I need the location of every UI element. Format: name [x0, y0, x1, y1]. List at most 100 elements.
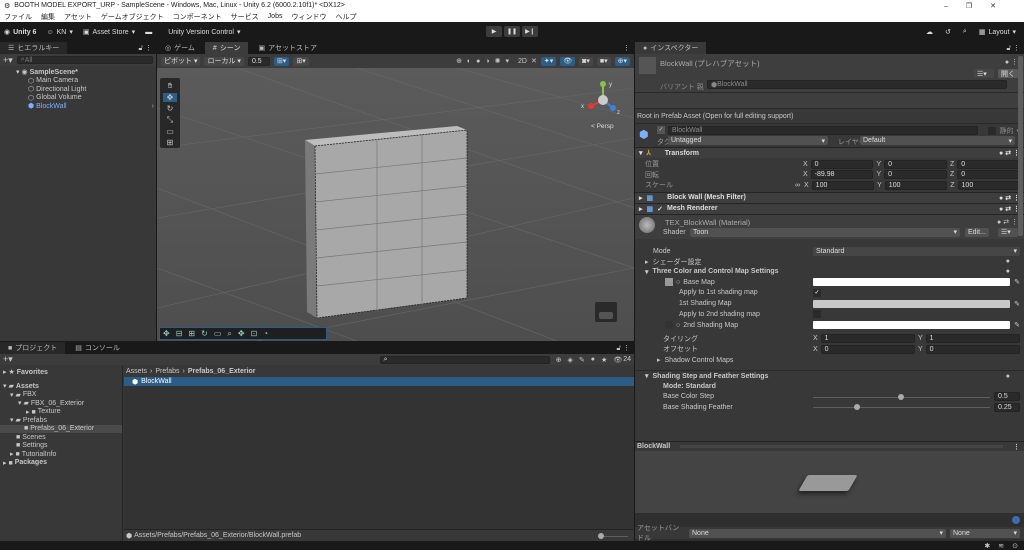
help-icon[interactable]: ● ⋮: [1005, 58, 1018, 66]
camera-dropdown[interactable]: ◙▾: [579, 56, 593, 66]
account-button[interactable]: ☺ KN ▾: [46, 28, 72, 37]
grid-icon[interactable]: ⊞: [188, 329, 195, 338]
shader-settings-foldout[interactable]: ▸ シェーダー設定 ●: [635, 257, 1024, 267]
breadcrumb-item[interactable]: Prefabs_06_Exterior: [188, 368, 256, 375]
transform-tool-icon[interactable]: ⊞: [167, 138, 174, 147]
scale-y[interactable]: 100: [884, 180, 948, 190]
offset-y[interactable]: 0: [925, 344, 1020, 354]
base-color-step-input[interactable]: 0.5: [994, 392, 1020, 402]
favorites-item[interactable]: ▸ ★ Favorites: [0, 366, 122, 378]
active-checkbox[interactable]: ✓: [657, 126, 665, 134]
step-button[interactable]: ▶❙: [522, 26, 538, 37]
tab-project[interactable]: ■ プロジェクト: [0, 342, 66, 354]
add-button[interactable]: +▾: [3, 354, 13, 365]
lock-icon[interactable]: 🔓︎ ⋮: [1007, 44, 1024, 53]
cloud-icon[interactable]: ☁: [926, 28, 933, 36]
move-icon[interactable]: ✥: [238, 329, 245, 338]
base-shading-feather-slider[interactable]: [813, 403, 990, 411]
menu-file[interactable]: ファイル: [4, 12, 32, 22]
mesh-renderer-header[interactable]: ▸ ▦ ✓ Mesh Renderer ● ⇄ ⋮: [635, 202, 1024, 214]
snap-icon[interactable]: ✥: [163, 329, 170, 338]
inspector-scrollbar[interactable]: [1018, 56, 1023, 236]
offset-x[interactable]: 0: [820, 344, 915, 354]
persp-label[interactable]: < Persp: [591, 123, 614, 130]
tab-asset-store[interactable]: ▣ アセットストア: [250, 42, 325, 54]
help-icon[interactable]: ●: [1006, 258, 1020, 265]
menu-gameobject[interactable]: ゲームオブジェクト: [101, 12, 164, 22]
star-icon[interactable]: ★: [601, 356, 607, 364]
tab-inspector[interactable]: ● インスペクター: [635, 42, 707, 54]
package-icon[interactable]: ▬: [145, 29, 152, 36]
lock-icon[interactable]: 🔓︎ ⋮: [139, 44, 156, 53]
folder-assets[interactable]: ▾ ▰ Assets: [0, 382, 122, 391]
zoom-icon[interactable]: ⌕: [227, 329, 231, 339]
static-toggle[interactable]: 静的 ▾: [988, 126, 1020, 136]
menu-edit[interactable]: 編集: [41, 12, 55, 22]
tag-icon[interactable]: ✎: [579, 356, 585, 364]
hierarchy-search-input[interactable]: ⌕ All: [16, 56, 153, 64]
info-icon[interactable]: ●: [591, 356, 595, 363]
gizmos-dropdown[interactable]: ■▾: [596, 56, 611, 66]
overrides-dropdown[interactable]: ☰▾: [974, 69, 994, 78]
cache-icon[interactable]: ≋: [998, 542, 1004, 550]
menu-services[interactable]: サービス: [231, 12, 259, 22]
base-color-field[interactable]: [813, 278, 1011, 286]
texture-slot[interactable]: [665, 321, 673, 329]
scale-x[interactable]: 100: [811, 180, 875, 190]
component-menu-icons[interactable]: ● ⇄ ⋮: [999, 149, 1020, 157]
scale-tool-icon[interactable]: ⤡: [167, 115, 173, 125]
search-icon[interactable]: ⌕: [963, 28, 967, 36]
rotation-y[interactable]: 0: [884, 170, 947, 180]
preview-render[interactable]: [635, 451, 1024, 513]
base-shading-feather-input[interactable]: 0.25: [994, 402, 1020, 412]
tiling-x[interactable]: 1: [820, 334, 915, 344]
position-z[interactable]: 0: [957, 159, 1021, 169]
pivot-dropdown[interactable]: ピボット ▾: [161, 56, 201, 66]
tag-dropdown[interactable]: Untagged ▾: [668, 136, 828, 145]
hierarchy-item[interactable]: ⬡ Directional Light: [20, 85, 156, 94]
scale-z[interactable]: 100: [957, 180, 1020, 190]
shadow-maps-foldout[interactable]: ▸ Shadow Control Maps: [635, 355, 1024, 366]
icon-size-slider[interactable]: [598, 532, 628, 540]
hierarchy-item[interactable]: ⬢ BlockWall ›: [20, 102, 156, 111]
filter-label-icon[interactable]: ◈: [568, 356, 573, 364]
folder-texture[interactable]: ▸ ■ Texture: [0, 408, 122, 417]
light-icon[interactable]: ✕: [531, 57, 537, 65]
debug-icon[interactable]: ✱: [984, 542, 990, 550]
menu-help[interactable]: ヘルプ: [335, 12, 356, 22]
draw-mode-icons[interactable]: ⊕◐●◑✺▾: [456, 57, 514, 65]
label-icon[interactable]: [1012, 516, 1020, 524]
mode-dropdown[interactable]: Standard ▾: [813, 246, 1020, 256]
orientation-dropdown[interactable]: ⊕▾: [614, 56, 630, 66]
scene-item[interactable]: ▾ ◉ SampleScene*: [16, 68, 156, 77]
play-button[interactable]: ▶: [486, 26, 502, 37]
layout-dropdown[interactable]: ▦ Layout ▾: [979, 28, 1016, 37]
breadcrumb-item[interactable]: Prefabs: [155, 368, 179, 375]
folder-prefabs[interactable]: ▾ ▰ Prefabs: [0, 416, 122, 425]
transform-header[interactable]: ▾ ⅄ Transform ● ⇄ ⋮: [635, 147, 1024, 158]
position-x[interactable]: 0: [810, 159, 874, 169]
component-menu-icons[interactable]: ● ⇄ ⋮: [999, 194, 1020, 202]
hierarchy-item[interactable]: ⬡ Global Volume: [20, 94, 156, 103]
rect-tool-icon[interactable]: ▭: [166, 127, 174, 136]
visibility-toggle[interactable]: 👁︎: [560, 56, 576, 66]
move-tool-icon[interactable]: ✥: [163, 93, 177, 102]
name-field[interactable]: BlockWall: [668, 126, 978, 135]
folder-fbx[interactable]: ▾ ▰ FBX: [0, 391, 122, 400]
eyedropper-icon[interactable]: ✎: [1014, 300, 1020, 308]
link-icon[interactable]: ∞: [795, 182, 800, 189]
position-y[interactable]: 0: [884, 159, 947, 169]
folder-fbx-exterior[interactable]: ▾ ▰ FBX_06_Exterior: [0, 399, 122, 408]
folder-settings[interactable]: ■ Settings: [0, 442, 122, 451]
align-icon[interactable]: ⊟: [176, 329, 183, 338]
folder-packages[interactable]: ▸ ■ Packages: [0, 459, 122, 468]
history-icon[interactable]: ↺: [945, 28, 951, 36]
check-icon[interactable]: ⊙: [1012, 542, 1018, 550]
surface-icon[interactable]: ◔: [263, 329, 268, 338]
rotation-x[interactable]: -89.98: [810, 170, 874, 180]
texture-slot[interactable]: [665, 278, 673, 286]
lock-icon[interactable]: 🔓︎ ⋮: [617, 344, 634, 353]
scene-viewport[interactable]: y x z < Persp: [157, 68, 634, 341]
menu-jobs[interactable]: Jobs: [268, 13, 283, 20]
pause-button[interactable]: ❚❚: [504, 26, 520, 37]
